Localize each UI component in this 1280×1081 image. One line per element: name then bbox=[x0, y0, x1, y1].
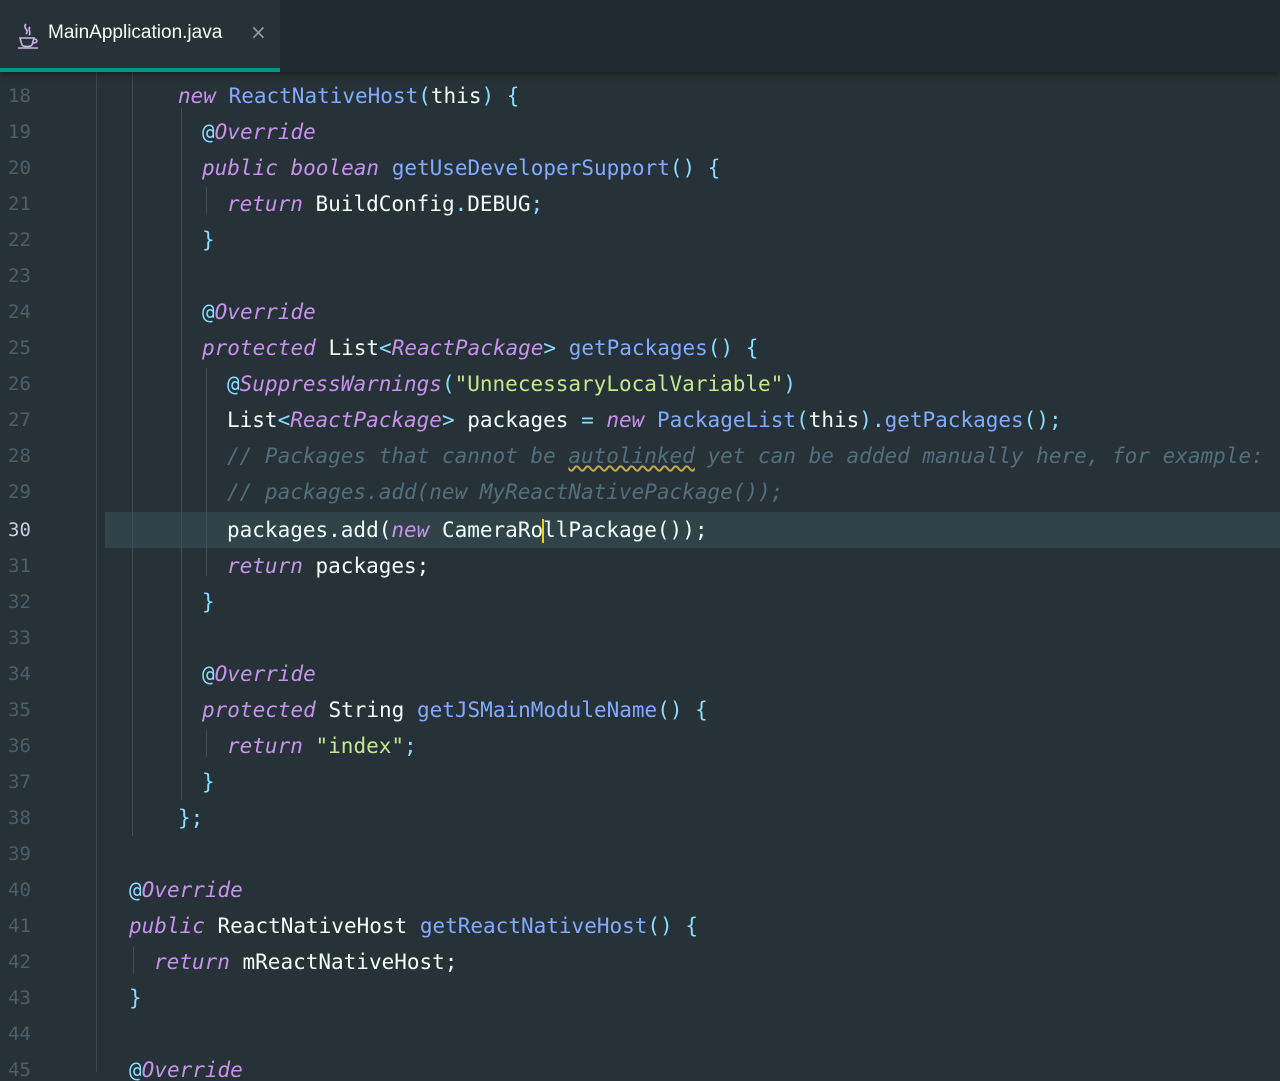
code-line: 27 List<ReactPackage> packages = new Pac… bbox=[0, 402, 1280, 438]
code-line: 32 } bbox=[0, 584, 1280, 620]
code-text: return packages; bbox=[227, 554, 430, 578]
line-number: 40 bbox=[8, 879, 31, 901]
code-line: 38 }; bbox=[0, 800, 1280, 836]
code-text: new ReactNativeHost(this) { bbox=[178, 84, 520, 108]
line-number: 37 bbox=[8, 771, 31, 793]
code-line: 35 protected String getJSMainModuleName(… bbox=[0, 692, 1280, 728]
code-line: 42 return mReactNativeHost; bbox=[0, 944, 1280, 980]
line-number: 43 bbox=[8, 987, 31, 1009]
line-number: 33 bbox=[8, 627, 31, 649]
code-text: } bbox=[202, 770, 215, 794]
line-number: 34 bbox=[8, 663, 31, 685]
line-number: 35 bbox=[8, 699, 31, 721]
line-number: 41 bbox=[8, 915, 31, 937]
code-text: protected String getJSMainModuleName() { bbox=[202, 698, 708, 722]
line-number: 28 bbox=[8, 445, 31, 467]
code-line: 41 public ReactNativeHost getReactNative… bbox=[0, 908, 1280, 944]
line-number: 42 bbox=[8, 951, 31, 973]
code-line: 40 @Override bbox=[0, 872, 1280, 908]
line-number: 23 bbox=[8, 265, 31, 287]
code-line: 45 @Override bbox=[0, 1052, 1280, 1081]
code-line: 36 return "index"; bbox=[0, 728, 1280, 764]
code-line: 39 bbox=[0, 836, 1280, 872]
code-text: } bbox=[202, 228, 215, 252]
code-text: @Override bbox=[129, 1058, 243, 1081]
line-number: 44 bbox=[8, 1023, 31, 1045]
tab-main-application[interactable]: MainApplication.java × bbox=[0, 0, 280, 72]
code-editor[interactable]: 18 new ReactNativeHost(this) { 19 @Overr… bbox=[0, 72, 1280, 1081]
code-text: return "index"; bbox=[227, 734, 417, 758]
code-line: 34 @Override bbox=[0, 656, 1280, 692]
line-number: 26 bbox=[8, 373, 31, 395]
java-icon bbox=[18, 23, 38, 49]
code-line: 22 } bbox=[0, 222, 1280, 258]
code-text: public ReactNativeHost getReactNativeHos… bbox=[129, 914, 699, 938]
code-text: List<ReactPackage> packages = new Packag… bbox=[227, 408, 1062, 432]
line-number: 27 bbox=[8, 409, 31, 431]
line-number: 18 bbox=[8, 85, 31, 107]
code-text: @Override bbox=[202, 662, 316, 686]
code-line: 19 @Override bbox=[0, 114, 1280, 150]
code-line: 24 @Override bbox=[0, 294, 1280, 330]
code-line-current: 30 packages.add(new CameraRollPackage())… bbox=[0, 512, 1280, 548]
line-number: 45 bbox=[8, 1059, 31, 1081]
line-number: 22 bbox=[8, 229, 31, 251]
code-text: @Override bbox=[129, 878, 243, 902]
code-line: 44 bbox=[0, 1016, 1280, 1052]
code-line: 29 // packages.add(new MyReactNativePack… bbox=[0, 474, 1280, 510]
code-text: @Override bbox=[202, 300, 316, 324]
line-number: 25 bbox=[8, 337, 31, 359]
code-line: 28 // Packages that cannot be autolinked… bbox=[0, 438, 1280, 474]
editor-tab-bar: MainApplication.java × bbox=[0, 0, 1280, 72]
code-line: 43 } bbox=[0, 980, 1280, 1016]
code-text: return BuildConfig.DEBUG; bbox=[227, 192, 544, 216]
code-line: 20 public boolean getUseDeveloperSupport… bbox=[0, 150, 1280, 186]
code-line: 18 new ReactNativeHost(this) { bbox=[0, 78, 1280, 114]
code-line: 25 protected List<ReactPackage> getPacka… bbox=[0, 330, 1280, 366]
code-line: 37 } bbox=[0, 764, 1280, 800]
code-line: 23 bbox=[0, 258, 1280, 294]
line-number: 20 bbox=[8, 157, 31, 179]
line-number: 32 bbox=[8, 591, 31, 613]
tab-filename: MainApplication.java bbox=[48, 22, 223, 43]
code-text: return mReactNativeHost; bbox=[154, 950, 458, 974]
line-number: 21 bbox=[8, 193, 31, 215]
spelling-warning: autolinked bbox=[568, 444, 695, 468]
code-text: @Override bbox=[202, 120, 316, 144]
code-text: @SuppressWarnings("UnnecessaryLocalVaria… bbox=[227, 372, 796, 396]
code-text: // packages.add(new MyReactNativePackage… bbox=[227, 480, 784, 504]
line-number: 30 bbox=[8, 519, 31, 541]
code-text: } bbox=[202, 590, 215, 614]
code-text: public boolean getUseDeveloperSupport() … bbox=[202, 156, 721, 180]
code-text: packages.add(new CameraRollPackage()); bbox=[227, 518, 708, 543]
code-line: 21 return BuildConfig.DEBUG; bbox=[0, 186, 1280, 222]
line-number: 29 bbox=[8, 481, 31, 503]
line-number: 31 bbox=[8, 555, 31, 577]
code-text: }; bbox=[178, 806, 204, 830]
code-line: 31 return packages; bbox=[0, 548, 1280, 584]
line-number: 39 bbox=[8, 843, 31, 865]
line-number: 24 bbox=[8, 301, 31, 323]
code-text: } bbox=[129, 986, 142, 1010]
line-number: 19 bbox=[8, 121, 31, 143]
code-text: protected List<ReactPackage> getPackages… bbox=[202, 336, 759, 360]
code-text: // Packages that cannot be autolinked ye… bbox=[227, 444, 1264, 468]
code-line: 33 bbox=[0, 620, 1280, 656]
line-number: 36 bbox=[8, 735, 31, 757]
code-line: 26 @SuppressWarnings("UnnecessaryLocalVa… bbox=[0, 366, 1280, 402]
close-icon[interactable]: × bbox=[250, 20, 267, 44]
line-number: 38 bbox=[8, 807, 31, 829]
